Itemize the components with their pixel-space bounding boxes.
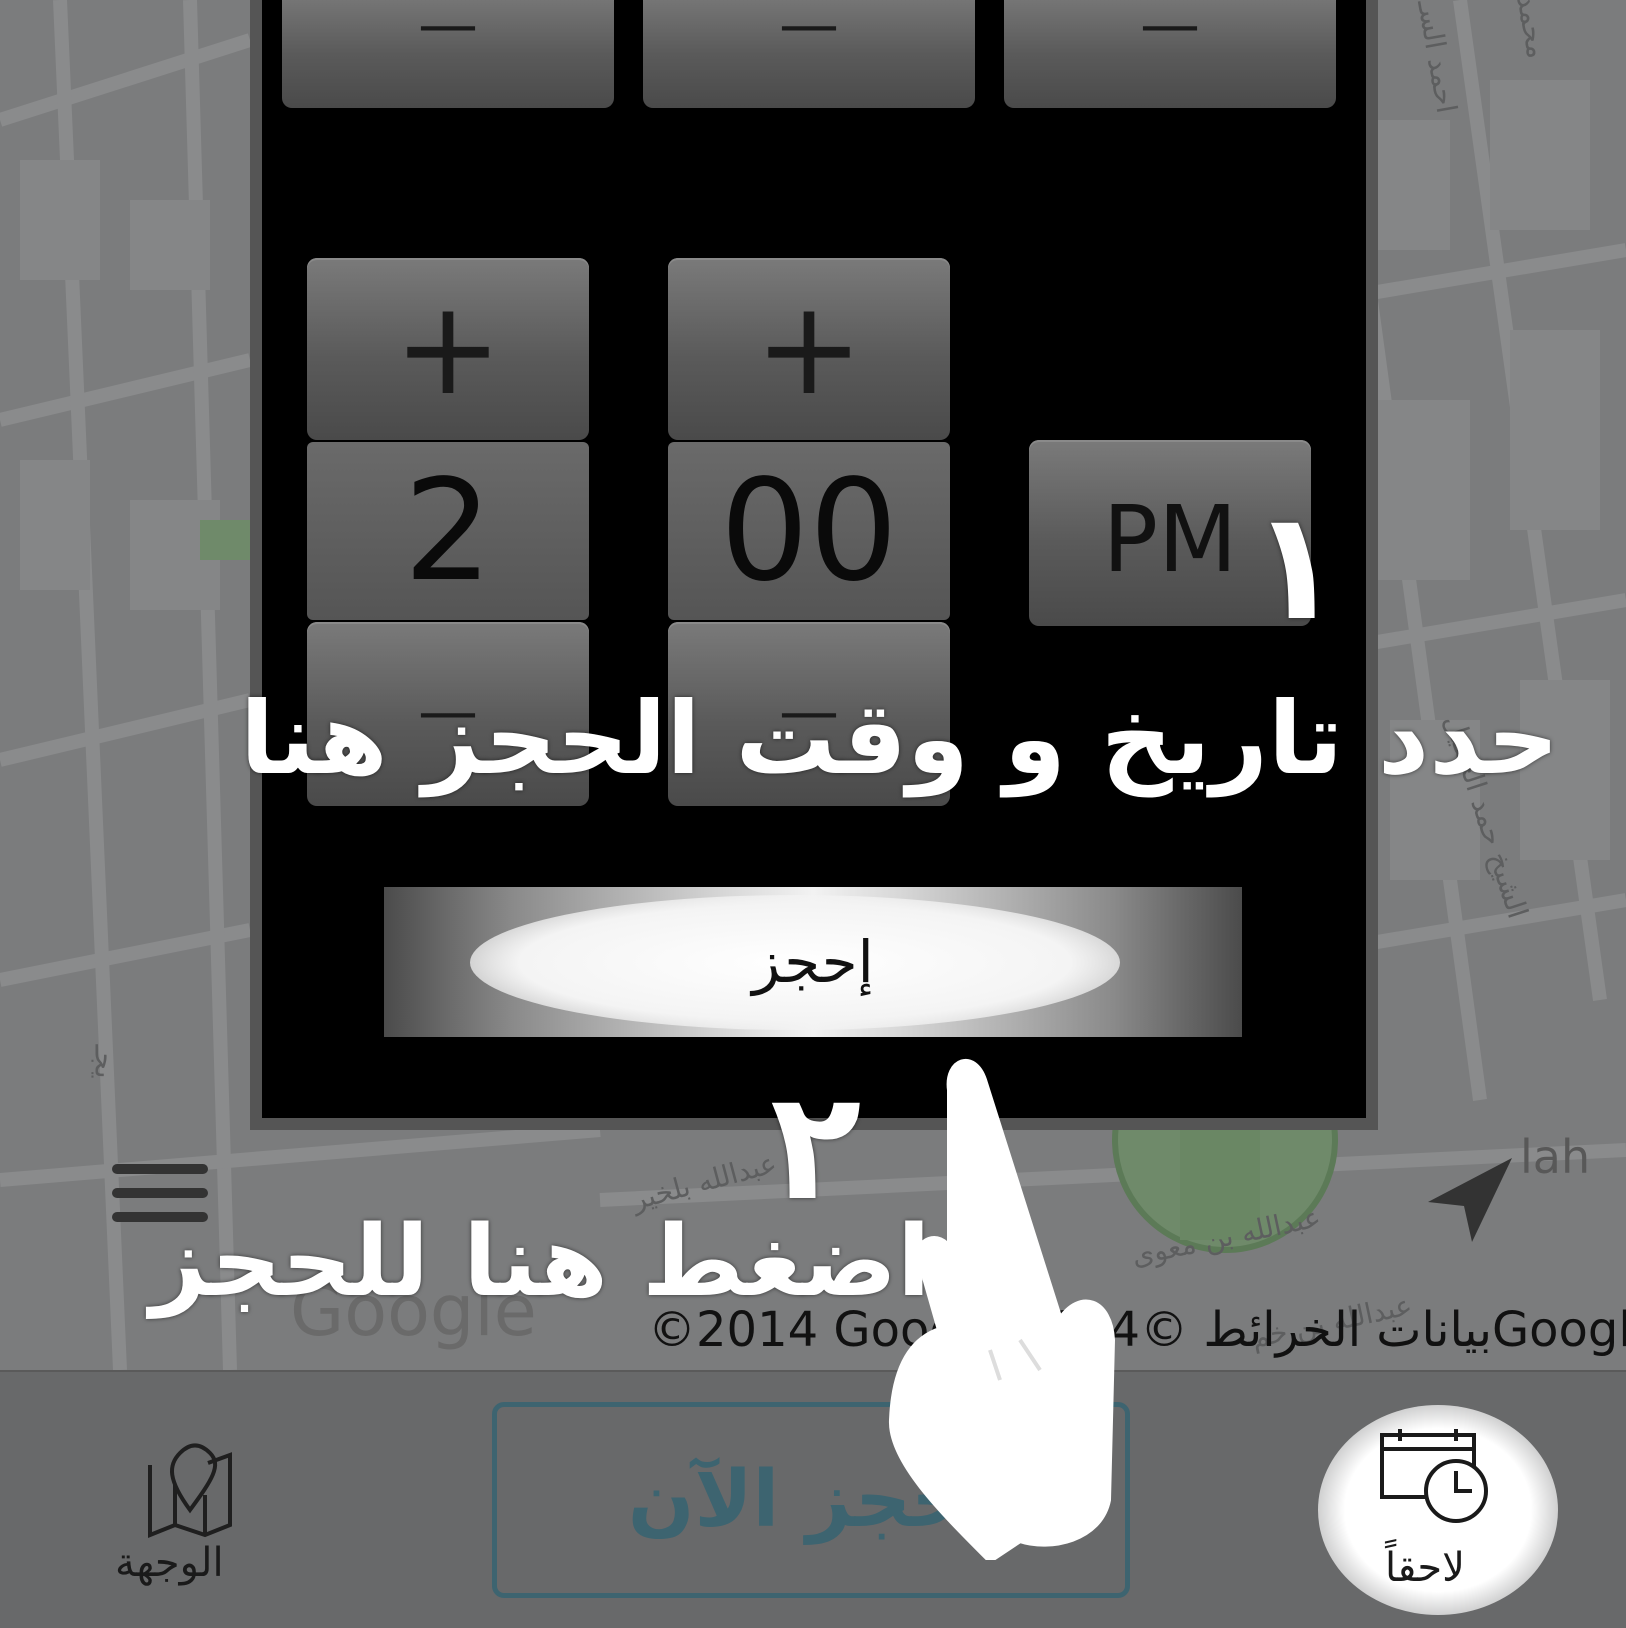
later-label: لاحقاً [1385,1545,1465,1591]
book-button-label: إحجز [752,928,874,996]
date-month-decrement-button[interactable]: — [643,0,975,108]
street-label: lah [1520,1130,1591,1184]
navigation-arrow-icon[interactable] [1420,1150,1520,1250]
minute-increment-button[interactable]: + [668,258,950,440]
destination-label: الوجهة [115,1540,224,1586]
pointing-hand-icon [880,1040,1160,1563]
calendar-clock-icon[interactable] [1378,1425,1490,1525]
map-location-icon[interactable] [140,1425,240,1545]
street-label: يجـ [88,1044,122,1079]
step1-number: ١ [1250,480,1342,654]
minute-value[interactable]: 00 [668,442,950,620]
step1-instruction: حدد تاريخ و وقت الحجز هنا [240,680,1560,797]
hour-increment-button[interactable]: + [307,258,589,440]
hour-value[interactable]: 2 [307,442,589,620]
date-year-decrement-button[interactable]: — [1004,0,1336,108]
date-day-decrement-button[interactable]: — [282,0,614,108]
